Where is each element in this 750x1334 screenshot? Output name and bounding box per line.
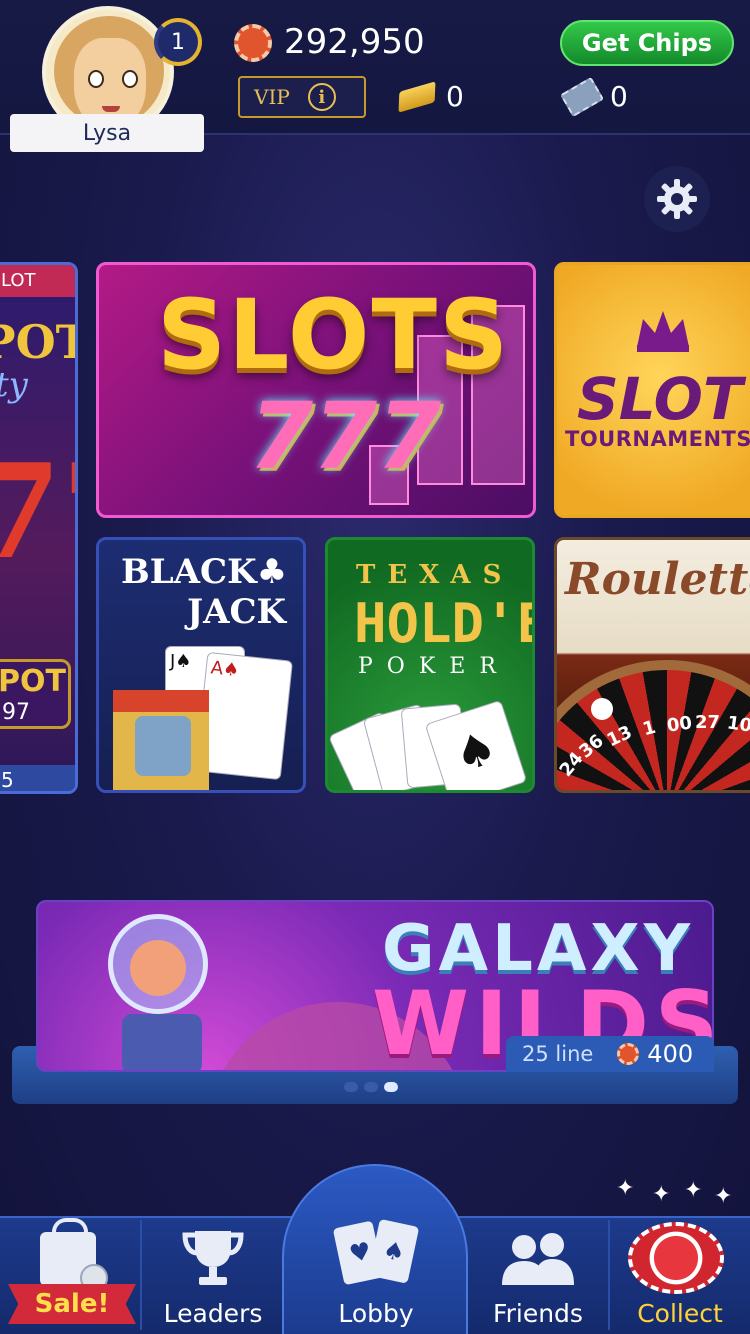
wheel-number: 27 [695, 712, 721, 733]
banner-bet-info: 25 line 400 [506, 1036, 714, 1072]
nav-lobby-label: Lobby [338, 1299, 414, 1328]
carousel-dot[interactable] [344, 1082, 358, 1092]
sevens-graphic: 77 [0, 435, 75, 588]
tournaments-title: SLOT [577, 365, 743, 433]
carousel-indicator[interactable] [344, 1082, 398, 1092]
carousel-dot-active[interactable] [384, 1082, 398, 1092]
cards-icon: ♥ ♠ [333, 1219, 419, 1285]
sparkle-icon: ✦ [652, 1182, 671, 1207]
slots-tile[interactable]: SLOTS 777 [96, 262, 536, 518]
bet-amount: 400 [647, 1040, 694, 1068]
texas-holdem-tile[interactable]: TEXAS HOLD'EM POKER ♠ [325, 537, 535, 793]
roulette-title: Roulette [565, 554, 750, 605]
slot-tournaments-tile[interactable]: SLOT TOURNAMENTS [554, 262, 750, 518]
blackjack-title-line2: JACK [187, 592, 287, 632]
gold-bar-count: 0 [446, 80, 464, 113]
settings-button[interactable] [644, 166, 710, 232]
blackjack-tile[interactable]: BLACK♣ JACK J♠ A♠ [96, 537, 306, 793]
blackjack-title-line1: BLACK♣ [121, 552, 288, 592]
nav-leaders-label: Leaders [163, 1299, 263, 1328]
tile-footer: 5 [0, 765, 75, 791]
wheel-number: 00 [665, 712, 694, 737]
tournaments-subtitle: TOURNAMENTS [565, 427, 750, 451]
tile-ribbon: LOT [0, 265, 75, 297]
info-icon: i [307, 83, 336, 111]
jackpot-slot-tile[interactable]: LOT POT ty 77 POT 97 5 [0, 262, 78, 794]
player-name: Lysa [10, 114, 204, 152]
king-character [113, 690, 209, 790]
roulette-tile[interactable]: Roulette 24 36 13 1 00 27 10 [554, 537, 750, 793]
poker-title-line2: HOLD'EM [354, 592, 532, 655]
get-chips-button[interactable]: Get Chips [560, 20, 734, 66]
sparkle-icon: ✦ [616, 1176, 635, 1201]
wheel-number: 10 [725, 712, 750, 737]
tile-title: POT [0, 315, 75, 369]
roulette-ball [591, 698, 613, 720]
chip-icon [617, 1043, 640, 1065]
trophy-icon [182, 1231, 244, 1285]
friends-icon [502, 1233, 574, 1285]
vip-button[interactable]: VIP i [238, 76, 366, 118]
level-badge[interactable]: 1 [154, 18, 202, 66]
crown-icon [637, 311, 689, 352]
poker-title-line3: POKER [358, 654, 510, 679]
paylines-label: 25 line [522, 1042, 594, 1066]
playing-card: A♠ [194, 651, 294, 781]
jackpot-amount-box: POT 97 [0, 659, 71, 729]
sparkle-icon: ✦ [684, 1178, 703, 1203]
sevens-graphic: 777 [249, 383, 442, 490]
gear-icon [657, 179, 697, 219]
nav-friends-label: Friends [493, 1299, 583, 1328]
collect-chip-icon [628, 1222, 724, 1294]
jackpot-label: POT [0, 664, 66, 699]
vip-label: VIP [254, 85, 290, 109]
nav-collect-label: Collect [637, 1299, 723, 1328]
ticket-count: 0 [610, 80, 628, 113]
chip-balance: 292,950 [284, 22, 425, 62]
nav-leaders[interactable]: Leaders [142, 1216, 284, 1334]
nav-friends[interactable]: Friends [468, 1216, 608, 1334]
chip-icon [234, 24, 272, 62]
poker-title-line1: TEXAS [356, 560, 514, 590]
carousel-dot[interactable] [364, 1082, 378, 1092]
sale-label[interactable]: Sale! [8, 1284, 136, 1324]
jackpot-value: 97 [2, 700, 30, 725]
tile-subtitle: ty [0, 365, 28, 405]
slots-title: SLOTS [157, 279, 511, 391]
astronaut-character [108, 914, 218, 1070]
nav-lobby[interactable]: ♥ ♠ Lobby [284, 1216, 468, 1334]
sparkle-icon: ✦ [714, 1184, 733, 1209]
